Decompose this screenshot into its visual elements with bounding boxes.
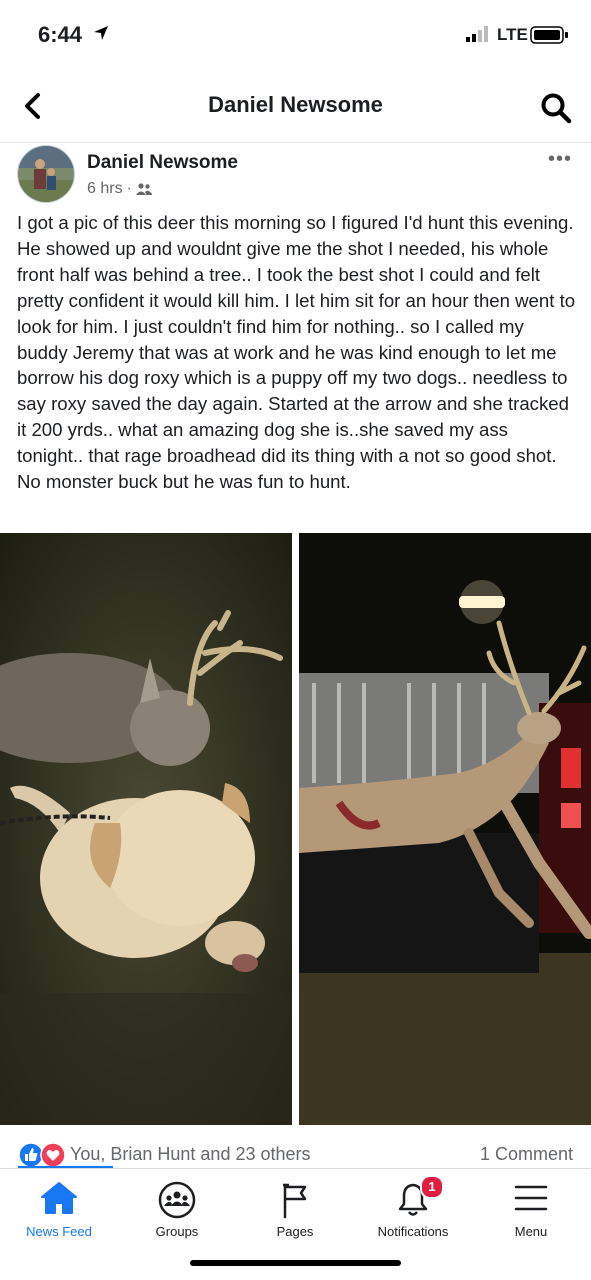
post-text: I got a pic of this deer this morning so…	[17, 212, 576, 493]
tab-label: News Feed	[26, 1224, 92, 1239]
tab-groups[interactable]: Groups	[118, 1169, 236, 1249]
tab-label: Groups	[155, 1224, 199, 1239]
flag-icon	[283, 1183, 307, 1219]
tab-label: Pages	[276, 1224, 314, 1239]
tab-pages[interactable]: Pages	[236, 1169, 354, 1249]
post-header: Daniel Newsome 6 hrs · •••	[0, 142, 591, 210]
page-title: Daniel Newsome	[208, 92, 383, 117]
groups-icon	[158, 1181, 196, 1219]
status-time: 6:44	[38, 22, 83, 47]
tab-menu[interactable]: Menu	[472, 1169, 590, 1249]
location-arrow-icon	[94, 26, 108, 40]
status-bar: 6:44 LTE	[0, 0, 591, 70]
tab-label: Menu	[514, 1224, 548, 1239]
tab-label: Notifications	[377, 1224, 449, 1239]
signal-icon	[466, 26, 488, 42]
menu-icon	[514, 1185, 548, 1211]
post-photos	[0, 533, 591, 1125]
notification-badge: 1	[420, 1175, 444, 1199]
home-indicator[interactable]	[190, 1260, 401, 1266]
battery-icon	[530, 26, 568, 44]
photo-deer-truck[interactable]	[299, 533, 591, 1125]
meta-separator: ·	[126, 180, 132, 197]
post-meta: 6 hrs ·	[87, 180, 152, 198]
photo-dog-deer[interactable]	[0, 533, 292, 1125]
network-label: LTE	[497, 25, 528, 44]
header: Daniel Newsome	[0, 70, 591, 143]
love-icon	[40, 1142, 66, 1168]
home-icon	[41, 1182, 77, 1214]
post-time: 6 hrs	[87, 180, 123, 197]
tab-notifications[interactable]: 1 Notifications	[354, 1169, 472, 1249]
comment-count[interactable]: 1 Comment	[480, 1144, 573, 1165]
reaction-summary[interactable]: You, Brian Hunt and 23 others	[70, 1144, 311, 1165]
friends-icon	[135, 183, 152, 195]
avatar[interactable]	[17, 145, 75, 203]
author-name[interactable]: Daniel Newsome	[87, 152, 238, 174]
search-icon[interactable]	[540, 92, 572, 124]
more-options-icon[interactable]: •••	[548, 148, 572, 171]
reaction-icons[interactable]	[18, 1142, 66, 1168]
tab-news-feed[interactable]: News Feed	[0, 1169, 118, 1249]
